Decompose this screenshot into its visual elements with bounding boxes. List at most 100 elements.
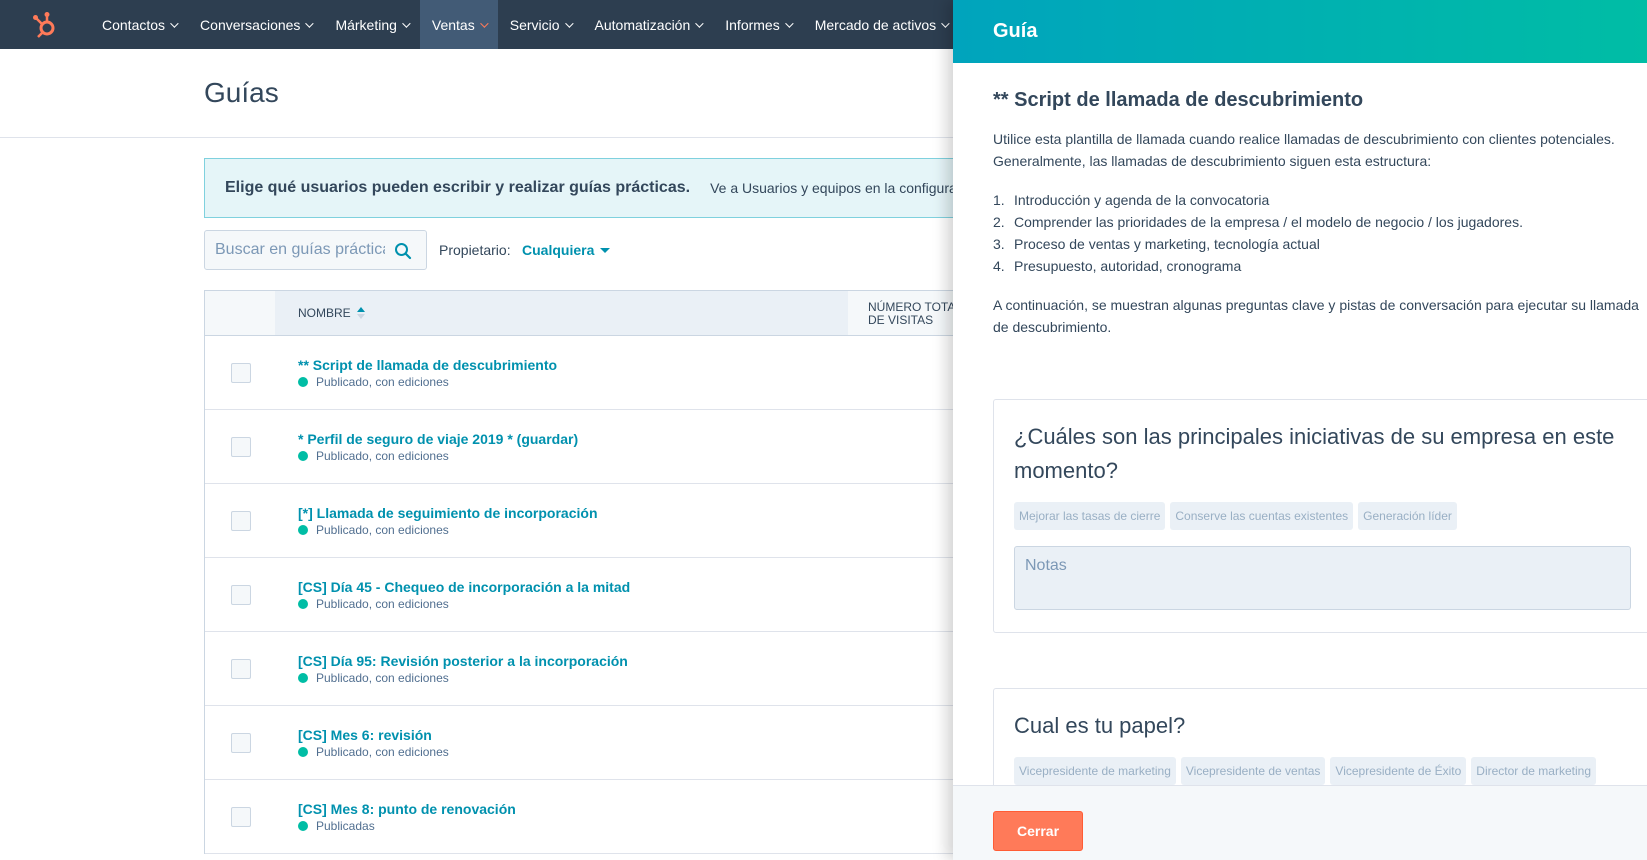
guide-title-link[interactable]: [CS] Día 45 - Chequeo de incorporación a… xyxy=(298,579,630,595)
status-badge: Publicado, con ediciones xyxy=(298,671,449,685)
nav-contactos[interactable]: Contactos xyxy=(90,0,188,49)
guide-title-link[interactable]: [CS] Mes 8: punto de renovación xyxy=(298,801,516,817)
chevron-down-icon xyxy=(479,18,489,28)
hubspot-sprocket-icon[interactable] xyxy=(0,0,90,49)
answer-chip[interactable]: Mejorar las tasas de cierre xyxy=(1014,502,1166,530)
row-checkbox[interactable] xyxy=(231,363,251,383)
table-header: NOMBRE NÚMERO TOTAL DE VISITAS xyxy=(205,291,1004,336)
row-checkbox[interactable] xyxy=(231,585,251,605)
nav-label: Informes xyxy=(725,16,780,33)
page-title: Guías xyxy=(204,77,279,108)
status-label: Publicadas xyxy=(316,819,375,833)
chevron-down-icon xyxy=(170,18,179,28)
chevron-down-icon xyxy=(564,18,574,28)
answer-chip[interactable]: Vicepresidente de marketing xyxy=(1014,757,1176,785)
guide-title-link[interactable]: ** Script de llamada de descubrimiento xyxy=(298,357,557,373)
nav-ventas[interactable]: Ventas xyxy=(419,0,498,49)
table-row: [*] Llamada de seguimiento de incorporac… xyxy=(205,484,1004,558)
status-label: Publicado, con ediciones xyxy=(316,745,449,759)
table-row: [CS] Día 95: Revisión posterior a la inc… xyxy=(205,632,1004,706)
row-checkbox[interactable] xyxy=(231,437,251,457)
status-label: Publicado, con ediciones xyxy=(316,523,449,537)
banner-title: Elige qué usuarios pueden escribir y rea… xyxy=(225,179,691,196)
panel-footer: Cerrar xyxy=(953,785,1647,860)
status-dot-icon xyxy=(298,747,308,757)
row-checkbox[interactable] xyxy=(231,659,251,679)
step-text: Presupuesto, autoridad, cronograma xyxy=(1014,258,1242,274)
nav-label: Automatización xyxy=(594,16,691,33)
table-row: * Perfil de seguro de viaje 2019 * (guar… xyxy=(205,410,1004,484)
question-title: ¿Cuáles son las principales iniciativas … xyxy=(1014,424,1615,483)
question-title: Cual es tu papel? xyxy=(1014,713,1186,738)
status-dot-icon xyxy=(298,451,308,461)
nav-informes[interactable]: Informes xyxy=(713,0,802,49)
chevron-down-icon xyxy=(784,18,794,28)
status-dot-icon xyxy=(298,525,308,535)
status-label: Publicado, con ediciones xyxy=(316,449,449,463)
status-badge: Publicadas xyxy=(298,819,375,833)
list-item: 4. Presupuesto, autoridad, cronograma xyxy=(993,255,1523,277)
chevron-down-icon xyxy=(941,18,950,28)
column-header-name[interactable]: NOMBRE xyxy=(275,291,848,335)
guide-title-link[interactable]: * Perfil de seguro de viaje 2019 * (guar… xyxy=(298,431,578,447)
chevron-down-icon xyxy=(695,18,704,28)
column-header-name-label: NOMBRE xyxy=(298,306,351,320)
status-badge: Publicado, con ediciones xyxy=(298,375,449,389)
permissions-banner: Elige qué usuarios pueden escribir y rea… xyxy=(204,158,1004,218)
step-number: 2. xyxy=(993,214,1005,230)
step-number: 4. xyxy=(993,258,1005,274)
panel-header-title: Guía xyxy=(993,20,1038,42)
nav-marketing[interactable]: Márketing xyxy=(323,0,419,49)
status-badge: Publicado, con ediciones xyxy=(298,523,449,537)
status-dot-icon xyxy=(298,821,308,831)
guide-title-link[interactable]: [CS] Mes 6: revisión xyxy=(298,727,432,743)
nav-label: Contactos xyxy=(102,16,166,33)
nav-servicio[interactable]: Servicio xyxy=(498,0,583,49)
list-item: 2. Comprender las prioridades de la empre… xyxy=(993,211,1523,233)
status-badge: Publicado, con ediciones xyxy=(298,597,449,611)
panel-body[interactable]: ** Script de llamada de descubrimiento U… xyxy=(953,63,1647,785)
step-number: 3. xyxy=(993,236,1005,252)
table-row: [CS] Mes 6: revisión Publicado, con edic… xyxy=(205,706,1004,780)
guide-title-link[interactable]: [CS] Día 95: Revisión posterior a la inc… xyxy=(298,653,628,669)
answer-chip[interactable]: Director de marketing xyxy=(1471,757,1596,785)
nav-label: Mercado de activos xyxy=(814,16,937,33)
row-checkbox[interactable] xyxy=(231,511,251,531)
answer-chip[interactable]: Conserve las cuentas existentes xyxy=(1170,502,1354,530)
banner-settings-link[interactable]: Ve a Usuarios y equipos en la configurac… xyxy=(710,180,982,196)
search-input[interactable] xyxy=(215,241,385,259)
owner-filter-dropdown[interactable]: Cualquiera xyxy=(522,242,611,258)
search-icon[interactable] xyxy=(394,242,412,265)
row-checkbox[interactable] xyxy=(231,807,251,827)
status-dot-icon xyxy=(298,599,308,609)
notes-field[interactable] xyxy=(1014,546,1631,610)
status-dot-icon xyxy=(298,673,308,683)
nav-label: Servicio xyxy=(509,16,560,33)
question-card: Cual es tu papel? Vicepresidente de mark… xyxy=(993,688,1647,785)
sort-ascending-icon xyxy=(356,307,365,319)
search-box xyxy=(204,230,427,270)
owner-filter-value: Cualquiera xyxy=(522,242,595,258)
answer-chip[interactable]: Generación líder xyxy=(1358,502,1457,530)
close-button[interactable]: Cerrar xyxy=(993,811,1083,851)
status-badge: Publicado, con ediciones xyxy=(298,449,449,463)
answer-chips: Mejorar las tasas de cierre Conserve las… xyxy=(1014,502,1457,530)
nav-label: Ventas xyxy=(431,16,475,33)
status-dot-icon xyxy=(298,377,308,387)
table-row: [CS] Día 45 - Chequeo de incorporación a… xyxy=(205,558,1004,632)
question-card: ¿Cuáles son las principales iniciativas … xyxy=(993,399,1647,633)
nav-automatizacion[interactable]: Automatización xyxy=(583,0,714,49)
status-label: Publicado, con ediciones xyxy=(316,597,449,611)
answer-chip[interactable]: Vicepresidente de ventas xyxy=(1180,757,1326,785)
header-checkbox-cell xyxy=(205,291,275,335)
nav-conversaciones[interactable]: Conversaciones xyxy=(188,0,323,49)
nav-mercado-de-activos[interactable]: Mercado de activos xyxy=(803,0,959,49)
status-label: Publicado, con ediciones xyxy=(316,375,449,389)
status-badge: Publicado, con ediciones xyxy=(298,745,449,759)
row-checkbox[interactable] xyxy=(231,733,251,753)
answer-chip[interactable]: Vicepresidente de Éxito xyxy=(1330,757,1467,785)
list-item: 3. Proceso de ventas y marketing, tecnolo… xyxy=(993,233,1523,255)
guide-title: ** Script de llamada de descubrimiento xyxy=(993,89,1364,111)
table-row: [CS] Mes 8: punto de renovación Publicad… xyxy=(205,780,1004,854)
guide-title-link[interactable]: [*] Llamada de seguimiento de incorporac… xyxy=(298,505,598,521)
